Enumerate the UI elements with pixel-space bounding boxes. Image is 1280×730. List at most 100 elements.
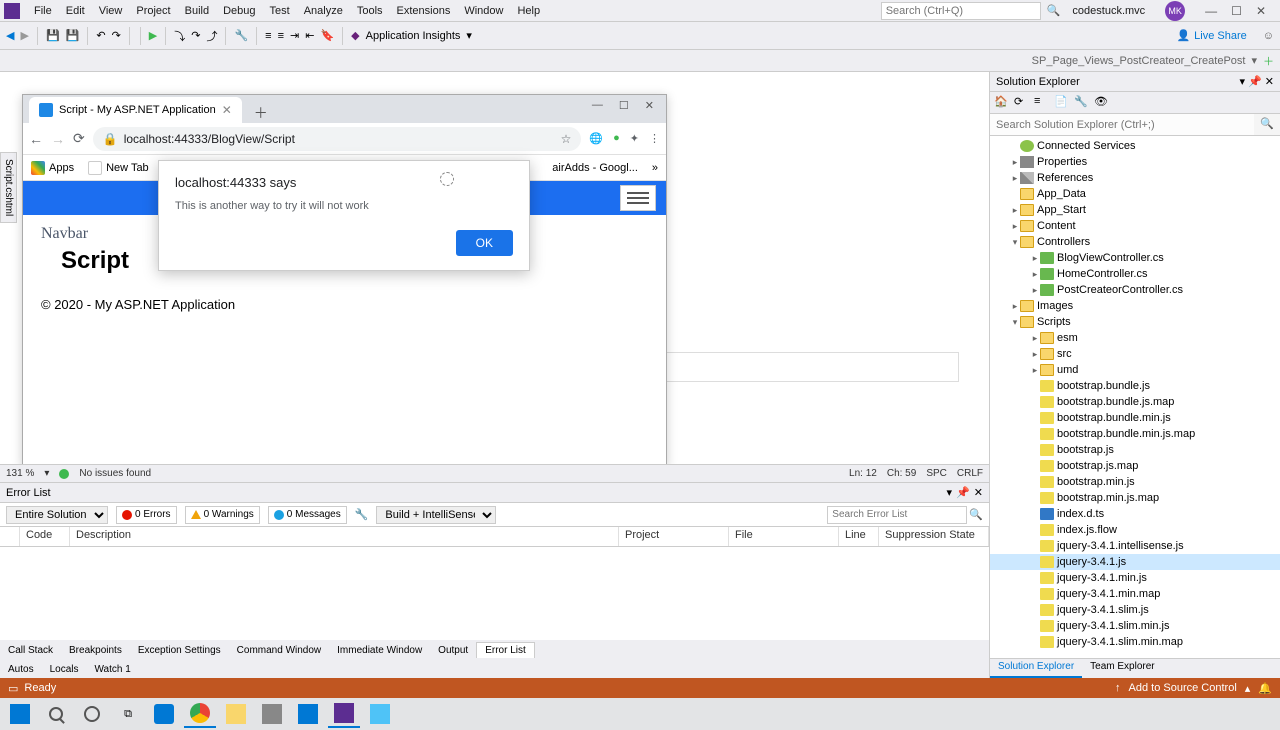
add-source-control[interactable]: Add to Source Control <box>1129 682 1237 694</box>
tab-close-icon[interactable]: ✕ <box>222 103 232 117</box>
expand-icon[interactable]: ▸ <box>1010 221 1020 232</box>
mail-button[interactable] <box>292 700 324 728</box>
chevron-down-icon[interactable]: ▾ <box>44 468 49 479</box>
undo-icon[interactable]: ↶ <box>96 29 105 42</box>
tree-file-home[interactable]: ▸HomeController.cs <box>990 266 1280 282</box>
pin-icon[interactable]: 📌 <box>956 486 970 499</box>
forward-icon[interactable]: ▶ <box>20 29 28 42</box>
expand-icon[interactable]: ▸ <box>1030 349 1040 360</box>
back-icon[interactable]: ◀ <box>6 29 14 42</box>
comment-icon[interactable]: ≡ <box>265 30 271 42</box>
tree-src[interactable]: ▸src <box>990 346 1280 362</box>
col-line[interactable]: Line <box>839 527 879 546</box>
insights-label[interactable]: Application Insights <box>366 30 461 42</box>
tab-immediate[interactable]: Immediate Window <box>329 643 430 658</box>
tree-file[interactable]: bootstrap.js.map <box>990 458 1280 474</box>
forward-icon[interactable]: → <box>51 131 65 147</box>
menu-debug[interactable]: Debug <box>217 3 261 19</box>
expand-icon[interactable]: ▸ <box>1030 253 1040 264</box>
step-out-icon[interactable]: ⤴ <box>206 28 217 44</box>
maximize-icon[interactable]: ☐ <box>1231 4 1242 18</box>
minimize-icon[interactable]: — <box>1205 4 1217 18</box>
minimize-icon[interactable]: — <box>592 99 603 112</box>
add-icon[interactable]: ＋ <box>1263 53 1274 69</box>
menu-test[interactable]: Test <box>264 3 296 19</box>
more-icon[interactable]: ⋮ <box>649 132 660 145</box>
expand-icon[interactable]: ▸ <box>1030 285 1040 296</box>
extension-icon[interactable]: ● <box>613 132 620 145</box>
notifications-icon[interactable]: 🔔 <box>1258 682 1272 695</box>
collapsed-side-tab[interactable]: Script.cshtml <box>0 152 17 223</box>
close-icon[interactable]: ✕ <box>974 486 983 499</box>
tree-file[interactable]: jquery-3.4.1.slim.min.map <box>990 634 1280 650</box>
menu-help[interactable]: Help <box>511 3 546 19</box>
filter-icon[interactable]: 🔧 <box>355 508 369 521</box>
menu-build[interactable]: Build <box>179 3 215 19</box>
tree-appstart[interactable]: ▸App_Start <box>990 202 1280 218</box>
menu-file[interactable]: File <box>28 3 58 19</box>
tree-esm[interactable]: ▸esm <box>990 330 1280 346</box>
tree-file[interactable]: bootstrap.bundle.js.map <box>990 394 1280 410</box>
upload-icon[interactable]: ↑ <box>1115 682 1121 694</box>
continue-icon[interactable]: ▶ <box>149 29 157 42</box>
tree-file[interactable]: bootstrap.bundle.min.js.map <box>990 426 1280 442</box>
menu-window[interactable]: Window <box>458 3 509 19</box>
new-tab-button[interactable]: ＋ <box>248 103 274 123</box>
col-project[interactable]: Project <box>619 527 729 546</box>
build-source-select[interactable]: Build + IntelliSense <box>376 506 496 524</box>
tab-exception[interactable]: Exception Settings <box>130 643 229 658</box>
search-icon[interactable]: 🔍 <box>969 508 983 521</box>
tab-autos[interactable]: Autos <box>0 662 42 677</box>
tree-controllers[interactable]: ▾Controllers <box>990 234 1280 250</box>
tree-file[interactable]: index.d.ts <box>990 506 1280 522</box>
expand-icon[interactable]: ▸ <box>1010 205 1020 216</box>
taskview-button[interactable]: ⧉ <box>112 700 144 728</box>
menu-view[interactable]: View <box>93 3 129 19</box>
puzzle-icon[interactable]: ✦ <box>630 132 639 145</box>
expand-icon[interactable]: ▸ <box>1010 157 1020 168</box>
dropdown-icon[interactable]: ▾ <box>947 486 953 499</box>
home-icon[interactable]: 🏠 <box>994 95 1010 111</box>
tree-file[interactable]: bootstrap.min.js.map <box>990 490 1280 506</box>
solution-search-input[interactable] <box>990 114 1254 135</box>
crumb-right-label[interactable]: SP_Page_Views_PostCreateor_CreatePost <box>1032 55 1246 67</box>
apps-button[interactable]: Apps <box>31 161 74 175</box>
col-suppression[interactable]: Suppression State <box>879 527 989 546</box>
live-share[interactable]: 👤 Live Share <box>1176 29 1246 42</box>
messages-filter[interactable]: 0 Messages <box>268 506 347 524</box>
tree-file[interactable]: jquery-3.4.1.min.map <box>990 586 1280 602</box>
tree-file[interactable]: bootstrap.js <box>990 442 1280 458</box>
expand-icon[interactable]: ▸ <box>1010 173 1020 184</box>
expand-icon[interactable]: ▸ <box>1030 365 1040 376</box>
globe-icon[interactable]: 🌐 <box>589 132 603 145</box>
vs-search-input[interactable] <box>881 2 1041 20</box>
col-icon[interactable] <box>0 527 20 546</box>
tool-icon[interactable]: 🔧 <box>234 29 248 42</box>
tree-connected-services[interactable]: Connected Services <box>990 138 1280 154</box>
step-icon[interactable]: ⤵ <box>174 28 185 44</box>
save-icon[interactable]: 💾 <box>46 29 60 42</box>
tree-file[interactable]: index.js.flow <box>990 522 1280 538</box>
menu-edit[interactable]: Edit <box>60 3 91 19</box>
search-button[interactable] <box>40 700 72 728</box>
collapse-icon[interactable]: ≡ <box>1034 95 1050 111</box>
feedback-icon[interactable]: ☺ <box>1263 30 1274 42</box>
tree-images[interactable]: ▸Images <box>990 298 1280 314</box>
tree-file-jquery[interactable]: jquery-3.4.1.js <box>990 554 1280 570</box>
edge-button[interactable] <box>148 700 180 728</box>
star-icon[interactable]: ☆ <box>561 132 572 146</box>
preview-icon[interactable]: 👁 <box>1094 95 1110 111</box>
maximize-icon[interactable]: ☐ <box>619 99 629 112</box>
search-icon[interactable]: 🔍 <box>1254 114 1280 135</box>
tree-file[interactable]: bootstrap.bundle.js <box>990 378 1280 394</box>
indent-icon[interactable]: ⇥ <box>290 29 299 42</box>
menu-analyze[interactable]: Analyze <box>298 3 349 19</box>
tree-file-blogview[interactable]: ▸BlogViewController.cs <box>990 250 1280 266</box>
alert-ok-button[interactable]: OK <box>456 230 513 256</box>
tab-errorlist[interactable]: Error List <box>476 642 535 658</box>
tab-watch1[interactable]: Watch 1 <box>86 662 138 677</box>
properties-icon[interactable]: 🔧 <box>1074 95 1090 111</box>
col-code[interactable]: Code <box>20 527 70 546</box>
tree-file-postcreator[interactable]: ▸PostCreateorController.cs <box>990 282 1280 298</box>
step-over-icon[interactable]: ↷ <box>191 29 200 42</box>
